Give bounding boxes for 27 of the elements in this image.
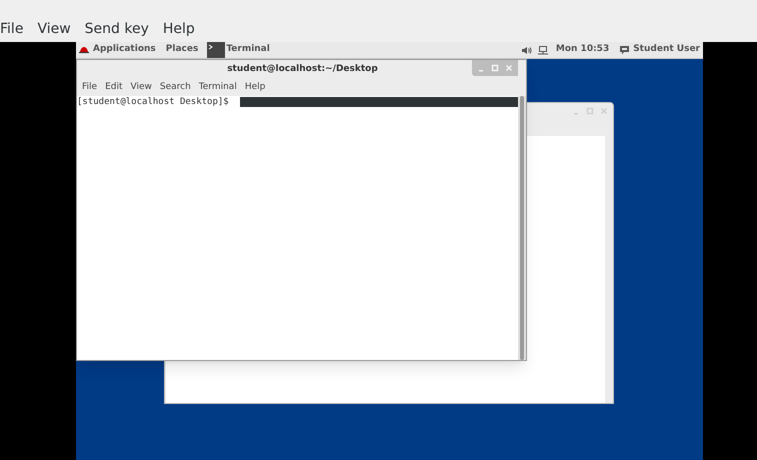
applications-menu[interactable]: Applications [93, 43, 156, 57]
menu-item[interactable]: File [0, 21, 24, 37]
menu-item[interactable]: Search [160, 80, 191, 94]
terminal-icon[interactable] [207, 42, 226, 58]
chat-icon[interactable] [620, 46, 630, 54]
scrollbar[interactable] [518, 96, 526, 360]
prompt: [student@localhost Desktop]$ [77, 96, 229, 108]
taskbar-item[interactable]: Terminal [226, 43, 270, 57]
menu-item[interactable]: View [130, 80, 152, 94]
close-icon[interactable] [598, 106, 610, 116]
clock[interactable]: Mon 10:53 [556, 43, 610, 57]
network-icon[interactable] [538, 46, 548, 54]
hat-icon [79, 46, 89, 54]
menu-item[interactable]: Terminal [198, 80, 237, 94]
menu-item[interactable]: Help [244, 80, 266, 94]
menu-item[interactable]: View [37, 21, 71, 37]
user-menu[interactable]: Student User [633, 43, 700, 57]
menu-item[interactable]: File [82, 80, 98, 94]
places-menu[interactable]: Places [166, 43, 198, 57]
menu-item[interactable]: Edit [105, 80, 122, 94]
window-title: student@localhost:~/Desktop [226, 63, 379, 76]
maximize-icon[interactable] [489, 63, 501, 73]
close-icon[interactable] [503, 63, 515, 73]
menu-item[interactable]: Send key [84, 21, 149, 37]
volume-icon[interactable] [522, 46, 532, 54]
maximize-icon[interactable] [584, 106, 596, 116]
menu-item[interactable]: Help [162, 21, 195, 37]
